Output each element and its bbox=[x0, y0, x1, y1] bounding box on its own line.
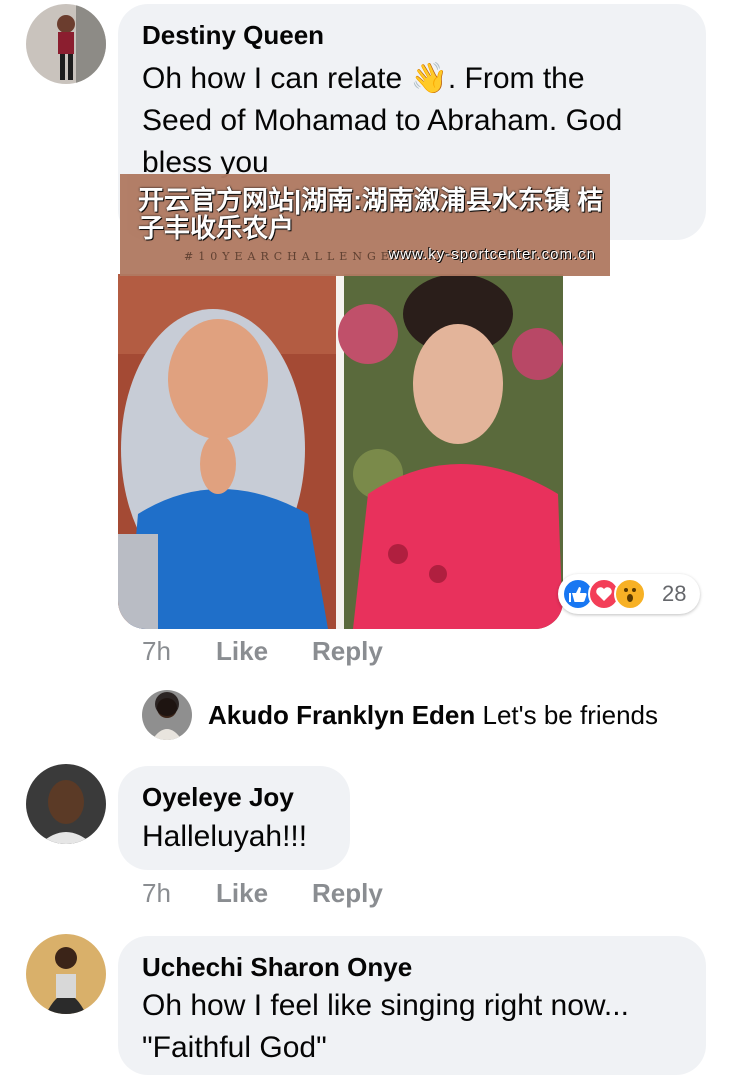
wow-face-icon bbox=[614, 578, 646, 610]
like-button[interactable]: Like bbox=[216, 636, 268, 667]
comment-attached-photo[interactable] bbox=[118, 274, 563, 629]
comment-timestamp[interactable]: 7h bbox=[142, 878, 171, 909]
reactions-summary[interactable]: 28 bbox=[558, 574, 700, 614]
like-button[interactable]: Like bbox=[216, 878, 268, 909]
avatar-oyeleye-joy[interactable] bbox=[26, 764, 106, 844]
avatar-akudo-franklyn-eden[interactable] bbox=[142, 690, 192, 740]
comment-timestamp[interactable]: 7h bbox=[142, 636, 171, 667]
reply-button[interactable]: Reply bbox=[312, 878, 383, 909]
banner-url: www.ky-sportcenter.com.cn bbox=[388, 246, 596, 263]
reply-button[interactable]: Reply bbox=[312, 636, 383, 667]
avatar-destiny-queen[interactable] bbox=[26, 4, 106, 84]
comment-text-line: Oh how I can relate 👋. From the bbox=[142, 62, 585, 95]
reaction-count: 28 bbox=[662, 581, 687, 606]
reply-author[interactable]: Akudo Franklyn Eden bbox=[208, 700, 475, 730]
avatar-uchechi-sharon-onye[interactable] bbox=[26, 934, 106, 1014]
banner-title: 开云官方网站|湖南:湖南溆浦县水东镇 桔子丰收乐农户 bbox=[138, 185, 604, 243]
comment-text-line: Halleluyah!!! bbox=[142, 820, 308, 853]
comment-text-line: "Faithful God" bbox=[142, 1031, 327, 1064]
comment-text-line: Oh how I feel like singing right now... bbox=[142, 989, 629, 1022]
comment-text-line: Seed of Mohamad to Abraham. God bbox=[142, 104, 623, 137]
reply-text: Let's be friends bbox=[482, 700, 659, 730]
comment-author[interactable]: Destiny Queen bbox=[142, 20, 324, 51]
promo-banner-overlay: 开云官方网站|湖南:湖南溆浦县水东镇 桔子丰收乐农户 #10YEARCHALLE… bbox=[120, 174, 610, 276]
banner-hashtag: #10YEARCHALLENGE bbox=[184, 250, 394, 263]
reply-line: Akudo Franklyn Eden Let's be friends bbox=[208, 697, 658, 733]
comment-author[interactable]: Uchechi Sharon Onye bbox=[142, 952, 412, 983]
comment-author[interactable]: Oyeleye Joy bbox=[142, 782, 294, 813]
